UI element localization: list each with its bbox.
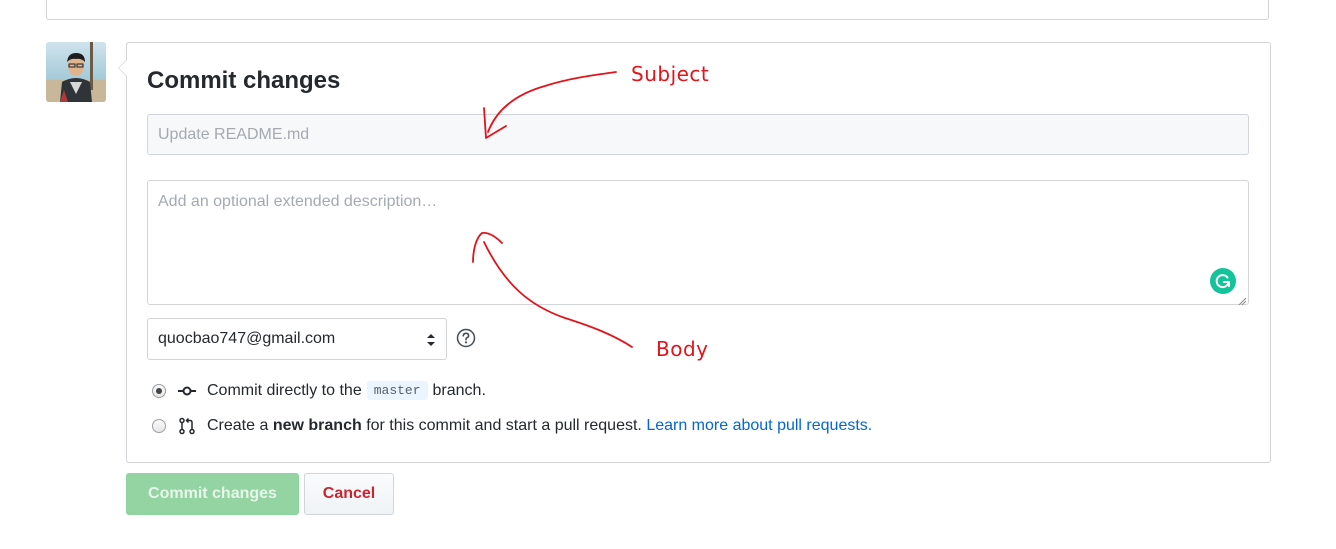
git-commit-icon — [178, 382, 196, 400]
commit-directly-label: Commit directly to the — [207, 381, 362, 399]
resize-handle[interactable] — [1238, 293, 1247, 306]
panel-caret-fill — [119, 60, 127, 76]
previous-section-box — [46, 0, 1269, 20]
new-branch-label-bold: new branch — [272, 417, 362, 434]
commit-directly-radio[interactable] — [152, 383, 166, 398]
commit-directly-option[interactable]: Commit directly to the master branch. — [152, 381, 486, 400]
new-branch-option[interactable]: Create a new branch for this commit and … — [152, 417, 872, 435]
git-pull-request-icon — [178, 417, 196, 435]
author-email-value: quocbao747@gmail.com — [158, 330, 336, 347]
cancel-button[interactable]: Cancel — [304, 473, 394, 515]
commit-title: Commit changes — [147, 67, 341, 94]
body-annotation-label: Body — [656, 337, 709, 361]
author-email-select[interactable]: quocbao747@gmail.com — [147, 318, 447, 360]
grammarly-icon[interactable] — [1210, 268, 1236, 294]
new-branch-label-prefix: Create a — [207, 417, 269, 434]
commit-panel: Commit changes quocbao747@gmail.com — [118, 42, 1271, 463]
avatar — [46, 42, 106, 102]
new-branch-radio[interactable] — [152, 419, 166, 433]
commit-changes-button[interactable]: Commit changes — [126, 473, 299, 515]
commit-directly-suffix: branch. — [432, 381, 486, 399]
commit-description-textarea[interactable] — [147, 180, 1249, 305]
learn-more-link[interactable]: Learn more about pull requests. — [646, 417, 872, 435]
branch-name: master — [366, 381, 428, 400]
question-circle-icon[interactable] — [456, 328, 476, 348]
select-arrows-icon — [426, 332, 436, 348]
commit-subject-input[interactable] — [147, 114, 1249, 155]
new-branch-label-suffix: for this commit and start a pull request… — [366, 417, 642, 434]
subject-annotation-label: Subject — [631, 62, 710, 86]
